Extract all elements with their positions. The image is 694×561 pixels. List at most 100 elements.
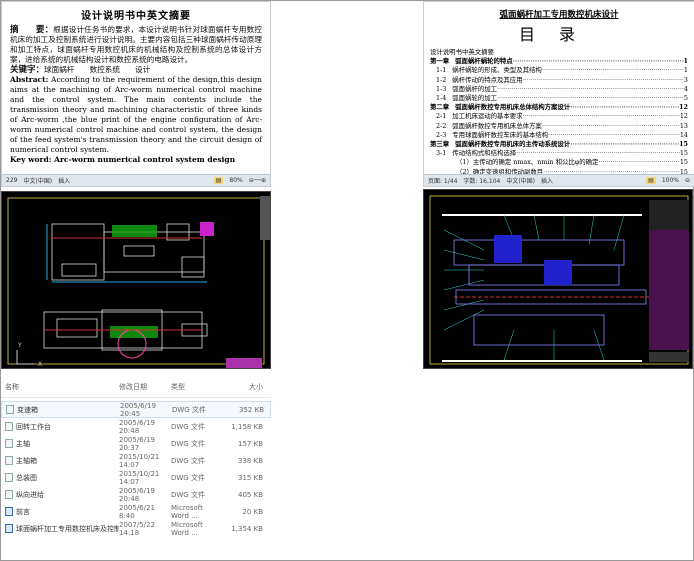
toc-page: 15	[679, 149, 688, 158]
toc-leader	[542, 122, 680, 131]
en-abstract: Abstract: According to the requirement o…	[10, 75, 262, 154]
file-size: 1,354 KB	[231, 524, 263, 533]
toc-leader	[548, 131, 680, 140]
file-type: DWG 文件	[171, 456, 205, 465]
toc-text: （1）主传动的确定 nmax、nmin 和公比φ的确定	[456, 158, 599, 167]
file-name-cell: 球面蜗杆加工专用数控机床及控制系统设...	[1, 524, 119, 534]
toc-page: 1	[683, 57, 688, 66]
notes-block	[649, 200, 689, 230]
title-block	[649, 352, 689, 362]
file-type: Microsoft Word ...	[171, 520, 203, 537]
file-name-cell: 主轴箱	[1, 456, 119, 466]
parts-list-table	[649, 230, 689, 350]
toc-entry[interactable]: 2-2 弧面蜗杆数控专用机床总体方案 13	[430, 122, 688, 131]
file-date: 2005/6/19 20:45	[120, 401, 156, 418]
dwg-file-icon	[5, 490, 13, 499]
file-row[interactable]: 主轴箱 2015/10/21 14:07 DWG 文件 338 KB	[1, 452, 271, 469]
cad-canvas[interactable]	[424, 190, 693, 369]
toc-text: 弧面蜗杆数控专用机床总体方案	[452, 121, 542, 130]
cad-assembly-drawing[interactable]: Y X	[1, 191, 271, 369]
column-name[interactable]: 名称	[1, 382, 119, 392]
toc-page: 14	[679, 130, 688, 139]
toc-leader	[497, 85, 684, 94]
toc-number: 2-3	[436, 130, 447, 139]
file-row[interactable]: 总装图 2015/10/21 14:07 DWG 文件 315 KB	[1, 469, 271, 486]
insert-mode[interactable]: 插入	[541, 176, 553, 185]
file-size: 1,158 KB	[231, 422, 263, 431]
toc-entry[interactable]: （1）主传动的确定 nmax、nmin 和公比φ的确定 15	[430, 158, 688, 167]
toc-text: 弧面蜗杆的加工	[452, 84, 498, 93]
file-row[interactable]: 主轴 2005/6/19 20:37 DWG 文件 157 KB	[1, 435, 271, 452]
toc-number: 第二章	[430, 103, 450, 112]
file-name-cell: 变速箱	[2, 405, 120, 415]
file-date: 2015/10/21 14:07	[119, 452, 160, 469]
toc-entry[interactable]: 1-3 弧面蜗杆的加工 4	[430, 85, 688, 94]
toc-number: 1-1	[436, 66, 447, 75]
file-date: 2005/6/19 20:37	[119, 435, 155, 452]
column-headers: 名称 修改日期 类型 大小	[1, 376, 271, 398]
toc-text: 专用球面蜗杆数控车床的基本结构	[452, 130, 549, 139]
file-name: 总装图	[16, 473, 37, 482]
insert-mode[interactable]: 插入	[58, 176, 70, 185]
toc-entry[interactable]: 第三章弧面蜗杆数控专用机床的主传动系统设计 15	[430, 140, 688, 149]
toc-entry[interactable]: 2-1 加工机床运动的基本要求 12	[430, 112, 688, 121]
zoom-level[interactable]: 100%	[662, 177, 679, 184]
toc-intro[interactable]: 设计说明书中英文摘要	[430, 48, 688, 57]
zoom-slider[interactable]: ⊖──⊕	[249, 177, 266, 184]
toc-page: 12	[679, 112, 688, 121]
file-row[interactable]: 纵向进给 2005/6/19 20:48 DWG 文件 405 KB	[1, 486, 271, 503]
toc-entry[interactable]: 1-2 蜗杆传动的特点及其应用 3	[430, 76, 688, 85]
cad-canvas[interactable]: Y X	[2, 192, 271, 369]
toc-entry[interactable]: 1-4 弧面蜗轮的加工 5	[430, 94, 688, 103]
view-mode-icon[interactable]: ▤	[646, 177, 656, 184]
file-size: 405 KB	[238, 490, 263, 499]
language-indicator[interactable]: 中文(中国)	[506, 176, 535, 185]
file-type: DWG 文件	[172, 405, 206, 414]
toc-leader	[542, 66, 684, 75]
file-name: 球面蜗杆加工专用数控机床及控制系统设...	[16, 524, 119, 533]
cad-spindle-drawing[interactable]	[423, 189, 693, 369]
toc-number: 第一章	[430, 57, 450, 66]
zoom-slider[interactable]: ⊖	[685, 177, 690, 184]
column-size[interactable]: 大小	[223, 382, 263, 392]
toc-leader	[570, 140, 679, 149]
toc-page: 5	[683, 94, 688, 103]
dwg-file-icon	[5, 473, 13, 482]
file-type: DWG 文件	[171, 439, 205, 448]
view-mode-icon[interactable]: ▤	[213, 177, 224, 184]
toc-entry[interactable]: 1-1 蜗杆蜗轮的形成、类型及其结构 1	[430, 66, 688, 75]
file-size: 157 KB	[238, 439, 263, 448]
language-indicator[interactable]: 中文(中国)	[23, 176, 52, 185]
file-row[interactable]: 前言 2005/6/21 8:40 Microsoft Word ... 20 KB	[1, 503, 271, 520]
scrollbar[interactable]	[260, 196, 270, 240]
cn-keywords: 关键字：球面蜗杆 数控系统 设计	[10, 65, 151, 75]
toc-page: 13	[679, 121, 688, 130]
toc-page: 3	[683, 75, 688, 84]
file-name: 主轴箱	[16, 456, 37, 465]
word-count[interactable]: 字数: 16,104	[463, 176, 500, 185]
file-name: 纵向进给	[16, 490, 44, 499]
toc-number: 2-2	[436, 121, 447, 130]
toc-page: 15	[679, 158, 688, 167]
toc-number: 1-2	[436, 75, 447, 84]
dwg-file-icon	[5, 422, 13, 431]
zoom-level[interactable]: 80%	[229, 177, 242, 184]
file-size: 20 KB	[242, 507, 263, 516]
file-size: 315 KB	[238, 473, 263, 482]
toc-entry[interactable]: 2-3 专用球面蜗杆数控车床的基本结构 14	[430, 131, 688, 140]
toc-text: 弧面蜗轮的加工	[452, 94, 498, 103]
file-name: 变速箱	[17, 405, 38, 414]
toc-page: 1	[683, 66, 688, 75]
column-type[interactable]: 类型	[171, 382, 223, 392]
abstract-page: 设计说明书中英文摘要 摘 要：根据设计任务书的要求，本设计说明书针对球面蜗杆专用…	[2, 2, 270, 174]
toc-page: 弧面蜗杆加工专用数控机床设计 目录 设计说明书中英文摘要 第一章 弧面蜗杆蜗轮的特…	[424, 2, 694, 174]
toc-document-window: 弧面蜗杆加工专用数控机床设计 目录 设计说明书中英文摘要 第一章 弧面蜗杆蜗轮的特…	[423, 1, 694, 187]
file-name: 主轴	[16, 439, 30, 448]
toc-text: 蜗杆蜗轮的形成、类型及其结构	[452, 66, 542, 75]
file-row[interactable]: 球面蜗杆加工专用数控机床及控制系统设...2007/5/22 14:18 Micr…	[1, 520, 271, 536]
file-row[interactable]: 变速箱 2005/6/19 20:45 DWG 文件 352 KB	[1, 401, 271, 418]
toc-text: 弧面蜗杆数控专用机床的主传动系统设计	[455, 140, 571, 149]
status-bar: 229 中文(中国) 插入 ▤ 80% ⊖──⊕	[2, 174, 270, 186]
column-date[interactable]: 修改日期	[119, 382, 171, 392]
file-row[interactable]: 回转工作台 2005/6/19 20:48 DWG 文件 1,158 KB	[1, 418, 271, 435]
